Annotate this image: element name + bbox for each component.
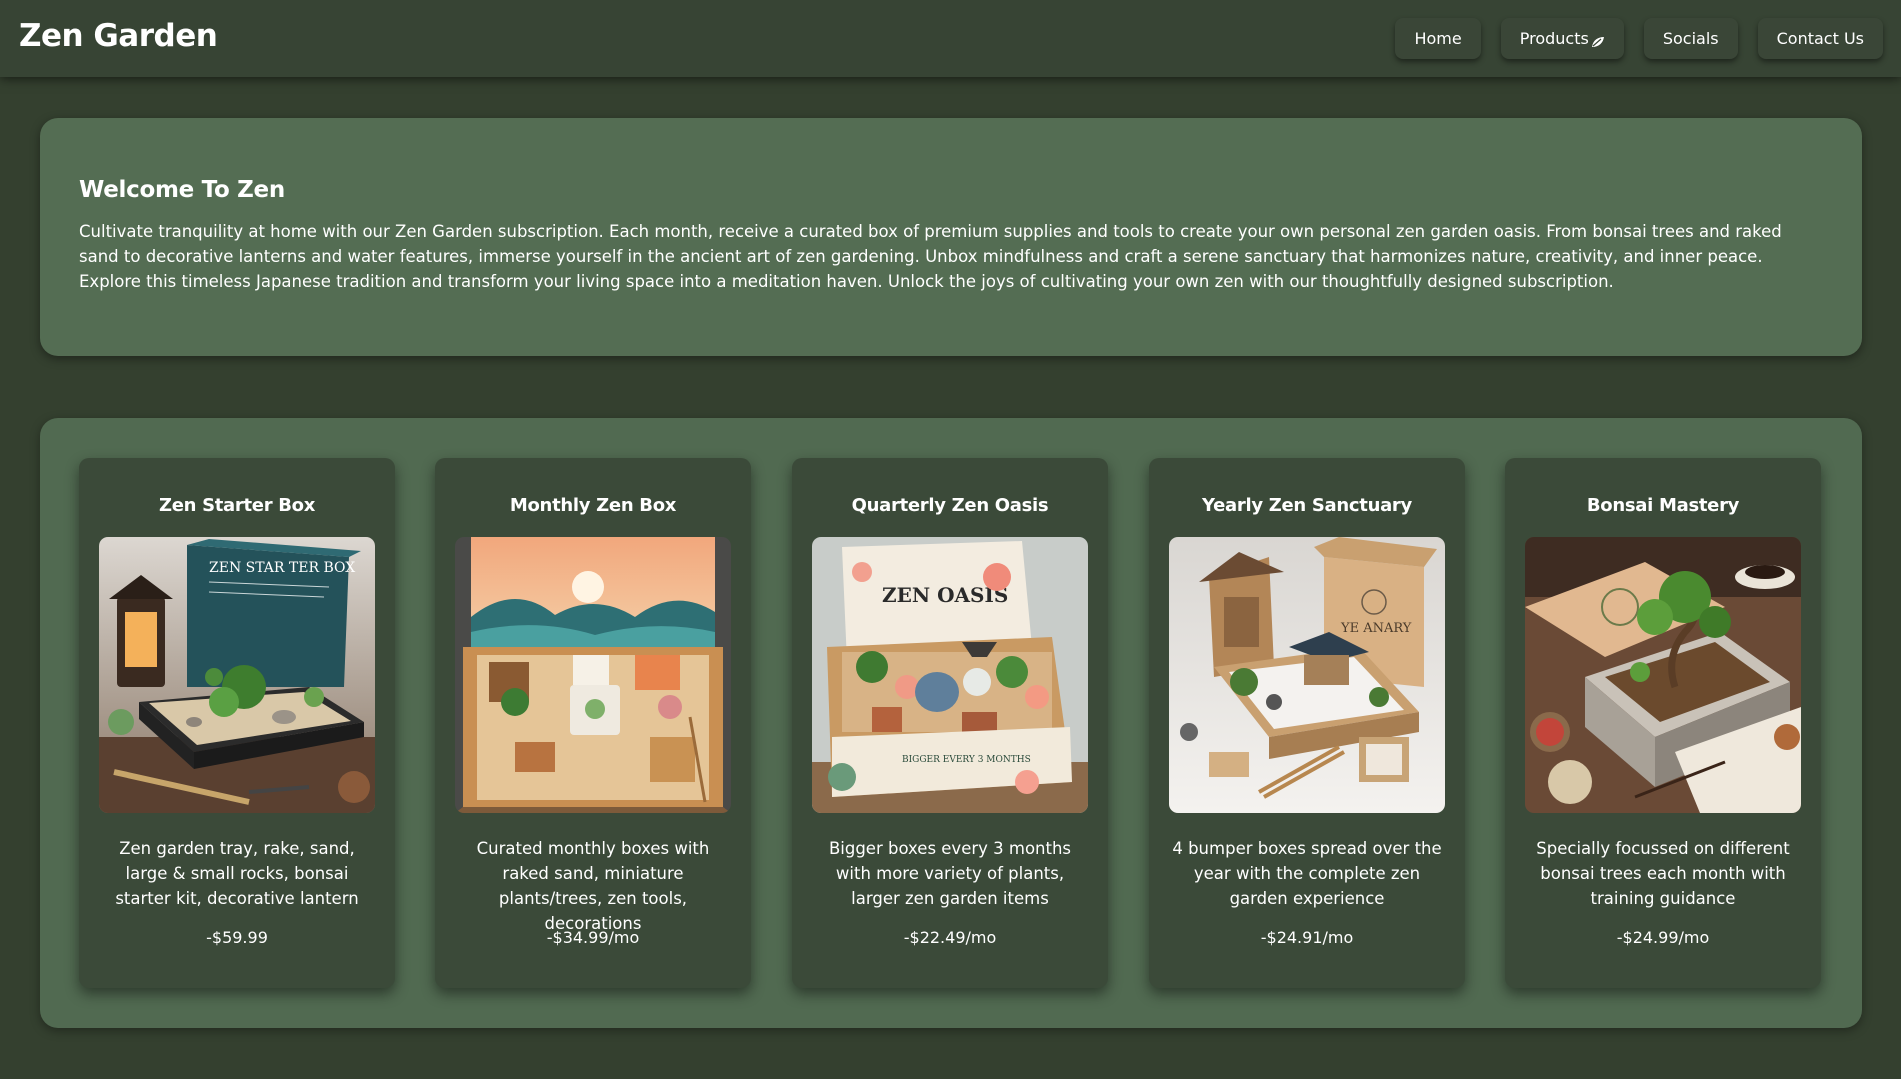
nav-products-label: Products	[1519, 29, 1589, 48]
welcome-text: Cultivate tranquility at home with our Z…	[79, 222, 1782, 291]
nav-socials-button[interactable]: Socials	[1643, 18, 1738, 59]
product-card-bonsai-mastery[interactable]: Bonsai Mastery Specially focussed on dif…	[1505, 458, 1821, 988]
nav-contact-button[interactable]: Contact Us	[1757, 18, 1883, 59]
product-price: -$59.99	[206, 928, 268, 947]
main-nav: Home Products Socials Contact Us	[1395, 18, 1883, 59]
product-image-zen-starter-box: ZEN STAR TER BOX	[99, 537, 375, 813]
products-panel: Zen Starter Box ZEN STAR TER BOX Zen gar…	[40, 418, 1862, 1028]
nav-contact-label: Contact Us	[1776, 29, 1864, 48]
product-price: -$24.99/mo	[1616, 928, 1710, 947]
product-card-zen-starter-box[interactable]: Zen Starter Box ZEN STAR TER BOX Zen gar…	[79, 458, 395, 988]
product-title: Yearly Zen Sanctuary	[1202, 495, 1412, 516]
welcome-title: Welcome To Zen	[79, 177, 285, 203]
leaf-icon	[1591, 33, 1605, 47]
nav-products-button[interactable]: Products	[1500, 18, 1624, 59]
product-title: Quarterly Zen Oasis	[851, 495, 1049, 516]
nav-home-button[interactable]: Home	[1395, 18, 1481, 59]
nav-socials-label: Socials	[1662, 29, 1719, 48]
product-title: Bonsai Mastery	[1586, 495, 1740, 516]
product-image-yearly-zen-sanctuary: YE ANARY	[1169, 537, 1445, 813]
product-image-bonsai-mastery	[1525, 537, 1801, 813]
product-description: 4 bumper boxes spread over the year with…	[1172, 839, 1442, 908]
product-price: -$24.91/mo	[1260, 928, 1354, 947]
product-description: Zen garden tray, rake, sand, large & sma…	[115, 839, 359, 908]
product-image-monthly-zen-box	[455, 537, 731, 813]
product-description: Specially focussed on different bonsai t…	[1536, 839, 1790, 908]
product-description: Curated monthly boxes with raked sand, m…	[476, 839, 710, 933]
image-box-text: ZEN STAR TER BOX	[209, 560, 355, 576]
product-card-yearly-zen-sanctuary[interactable]: Yearly Zen Sanctuary YE ANARY 4 bumper b…	[1149, 458, 1465, 988]
site-header: Zen Garden Home Products Socials Contact…	[0, 0, 1901, 77]
product-card-quarterly-zen-oasis[interactable]: Quarterly Zen Oasis ZEN OASIS BIGGER EVE…	[792, 458, 1108, 988]
product-description: Bigger boxes every 3 months with more va…	[828, 839, 1072, 908]
site-logo-text[interactable]: Zen Garden	[19, 18, 218, 54]
product-image-quarterly-zen-oasis: ZEN OASIS BIGGER EVERY 3 MONTHS	[812, 537, 1088, 813]
product-title: Zen Starter Box	[158, 495, 316, 516]
product-price: -$22.49/mo	[903, 928, 997, 947]
product-card-monthly-zen-box[interactable]: Monthly Zen Box Curated monthly boxes wi…	[435, 458, 751, 988]
nav-home-label: Home	[1414, 29, 1462, 48]
product-price: -$34.99/mo	[546, 928, 640, 947]
welcome-panel: Welcome To Zen Cultivate tranquility at …	[40, 118, 1862, 356]
image-box-text: YE ANARY	[1340, 621, 1412, 636]
product-title: Monthly Zen Box	[509, 495, 677, 516]
svg-text:BIGGER EVERY 3 MONTHS: BIGGER EVERY 3 MONTHS	[902, 755, 1031, 765]
